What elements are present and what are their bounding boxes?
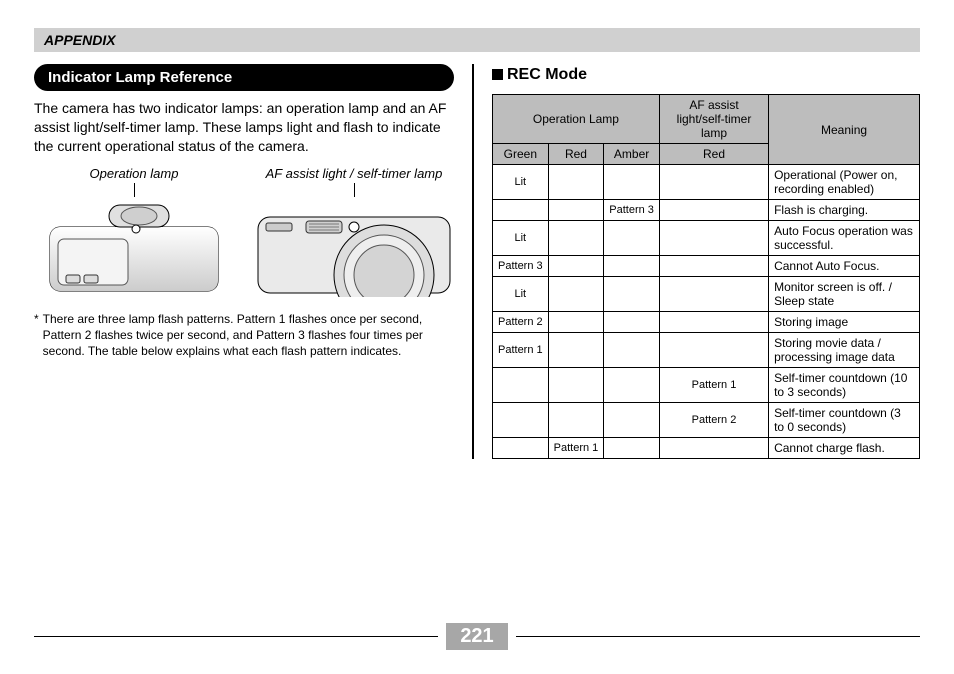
cell-green: Lit xyxy=(493,165,549,200)
cell-meaning: Monitor screen is off. / Sleep state xyxy=(769,277,920,312)
cell-amber xyxy=(604,333,660,368)
cell-meaning: Self-timer countdown (3 to 0 seconds) xyxy=(769,403,920,438)
square-bullet-icon xyxy=(492,69,503,80)
cell-red xyxy=(548,403,604,438)
cell-af xyxy=(659,312,768,333)
cell-green: Pattern 2 xyxy=(493,312,549,333)
cell-red xyxy=(548,256,604,277)
table-row: Pattern 2 Storing image xyxy=(493,312,920,333)
cell-red xyxy=(548,368,604,403)
column-divider xyxy=(472,64,474,459)
cell-amber: Pattern 3 xyxy=(604,200,660,221)
intro-text: The camera has two indicator lamps: an o… xyxy=(34,99,454,156)
cell-red xyxy=(548,312,604,333)
th-af-red: Red xyxy=(659,144,768,165)
cell-amber xyxy=(604,165,660,200)
pointer-line-icon xyxy=(134,183,135,197)
th-amber: Amber xyxy=(604,144,660,165)
cell-green xyxy=(493,200,549,221)
cell-green xyxy=(493,438,549,459)
cell-af xyxy=(659,221,768,256)
diagram-af-lamp: AF assist light / self-timer lamp xyxy=(254,166,454,297)
th-green: Green xyxy=(493,144,549,165)
rec-mode-table: Operation Lamp AF assist light/self-time… xyxy=(492,94,920,459)
cell-meaning: Flash is charging. xyxy=(769,200,920,221)
section-title-pill: Indicator Lamp Reference xyxy=(34,64,454,91)
cell-meaning: Storing movie data / processing image da… xyxy=(769,333,920,368)
table-row: Pattern 1Self-timer countdown (10 to 3 s… xyxy=(493,368,920,403)
cell-red xyxy=(548,277,604,312)
table-row: Lit Auto Focus operation was successful. xyxy=(493,221,920,256)
cell-af xyxy=(659,333,768,368)
cell-af xyxy=(659,200,768,221)
camera-front-icon xyxy=(254,197,454,297)
table-row: Pattern 1 Storing movie data / processing… xyxy=(493,333,920,368)
cell-green: Lit xyxy=(493,221,549,256)
footer-rule-left xyxy=(34,636,438,637)
rec-mode-heading-text: REC Mode xyxy=(507,66,587,83)
diagram-caption-right: AF assist light / self-timer lamp xyxy=(254,166,454,181)
footnote-text: There are three lamp flash patterns. Pat… xyxy=(43,311,454,360)
table-row: Lit Operational (Power on, recording enab… xyxy=(493,165,920,200)
cell-amber xyxy=(604,256,660,277)
table-row: Pattern 3 Flash is charging. xyxy=(493,200,920,221)
cell-meaning: Cannot charge flash. xyxy=(769,438,920,459)
cell-af xyxy=(659,165,768,200)
cell-amber xyxy=(604,403,660,438)
diagram-row: Operation lamp xyxy=(34,166,454,297)
diagram-operation-lamp: Operation lamp xyxy=(34,166,234,297)
cell-red xyxy=(548,333,604,368)
th-operation-lamp: Operation Lamp xyxy=(493,95,660,144)
section-header: APPENDIX xyxy=(34,28,920,52)
cell-meaning: Storing image xyxy=(769,312,920,333)
cell-af xyxy=(659,277,768,312)
cell-amber xyxy=(604,312,660,333)
camera-top-icon xyxy=(44,197,224,297)
footnote: * There are three lamp flash patterns. P… xyxy=(34,311,454,360)
table-row: Pattern 2Self-timer countdown (3 to 0 se… xyxy=(493,403,920,438)
cell-green: Pattern 1 xyxy=(493,333,549,368)
cell-amber xyxy=(604,438,660,459)
cell-af xyxy=(659,256,768,277)
cell-red xyxy=(548,200,604,221)
footer-rule-right xyxy=(516,636,920,637)
cell-meaning: Operational (Power on, recording enabled… xyxy=(769,165,920,200)
pointer-line-icon xyxy=(354,183,355,197)
cell-green xyxy=(493,368,549,403)
th-meaning: Meaning xyxy=(769,95,920,165)
cell-af xyxy=(659,438,768,459)
cell-af: Pattern 2 xyxy=(659,403,768,438)
cell-amber xyxy=(604,368,660,403)
cell-meaning: Self-timer countdown (10 to 3 seconds) xyxy=(769,368,920,403)
table-row: Pattern 1 Cannot charge flash. xyxy=(493,438,920,459)
rec-mode-heading: REC Mode xyxy=(492,66,920,84)
cell-meaning: Auto Focus operation was successful. xyxy=(769,221,920,256)
asterisk-icon: * xyxy=(34,311,39,360)
cell-af: Pattern 1 xyxy=(659,368,768,403)
cell-amber xyxy=(604,277,660,312)
cell-green: Pattern 3 xyxy=(493,256,549,277)
cell-meaning: Cannot Auto Focus. xyxy=(769,256,920,277)
table-row: Lit Monitor screen is off. / Sleep state xyxy=(493,277,920,312)
left-column: Indicator Lamp Reference The camera has … xyxy=(34,64,454,459)
cell-red: Pattern 1 xyxy=(548,438,604,459)
table-row: Pattern 3 Cannot Auto Focus. xyxy=(493,256,920,277)
cell-green: Lit xyxy=(493,277,549,312)
cell-amber xyxy=(604,221,660,256)
cell-red xyxy=(548,165,604,200)
cell-red xyxy=(548,221,604,256)
right-column: REC Mode Operation Lamp AF assist light/… xyxy=(492,64,920,459)
diagram-caption-left: Operation lamp xyxy=(34,166,234,181)
th-red: Red xyxy=(548,144,604,165)
th-af-lamp: AF assist light/self-timer lamp xyxy=(659,95,768,144)
cell-green xyxy=(493,403,549,438)
